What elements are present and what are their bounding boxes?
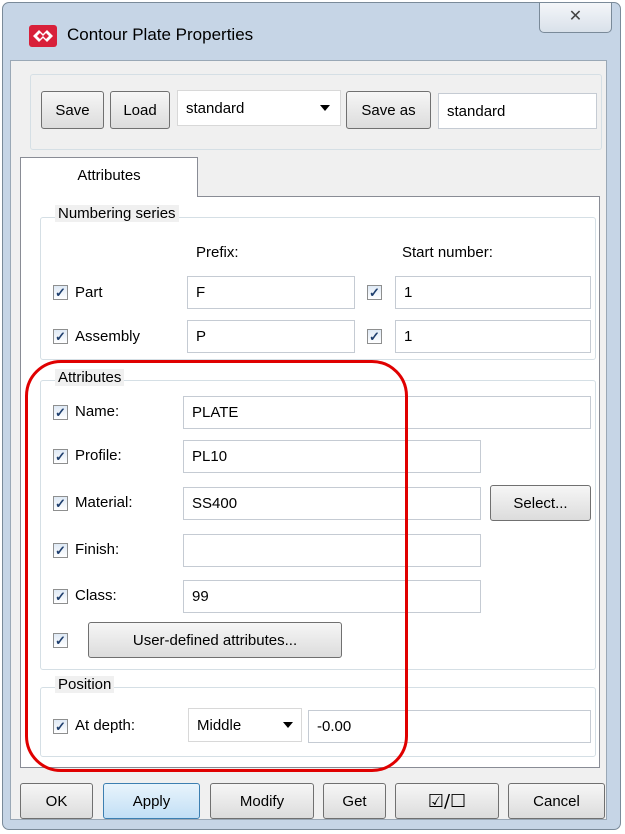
start-number-header: Start number: [402, 244, 493, 261]
material-value: SS400 [192, 495, 238, 512]
class-label: Class: [75, 587, 117, 604]
part-prefix-value: F [196, 284, 206, 301]
assembly-start-checkbox[interactable]: ✓ [367, 329, 382, 344]
profile-checkbox[interactable]: ✓ [53, 449, 68, 464]
material-checkbox[interactable]: ✓ [53, 496, 68, 511]
attributes-legend: Attributes [55, 369, 125, 386]
material-select-button[interactable]: Select... [490, 485, 591, 521]
at-depth-label: At depth: [75, 717, 136, 734]
cancel-button[interactable]: Cancel [508, 783, 605, 819]
uda-checkbox[interactable]: ✓ [53, 633, 68, 648]
load-button[interactable]: Load [110, 91, 170, 129]
profile-label: Profile: [75, 447, 122, 464]
profile-input[interactable]: PL10 [183, 440, 481, 473]
preset-select-value: standard [186, 99, 245, 117]
name-value: PLATE [192, 404, 239, 421]
material-input[interactable]: SS400 [183, 487, 481, 520]
save-button[interactable]: Save [41, 91, 104, 129]
save-as-name-input[interactable]: standard [438, 93, 597, 129]
assembly-prefix-value: P [196, 328, 207, 345]
user-defined-attributes-button[interactable]: User-defined attributes... [88, 622, 342, 658]
assembly-prefix-input[interactable]: P [187, 320, 355, 353]
part-start-number-value: 1 [404, 284, 413, 301]
depth-option-select[interactable]: Middle [188, 708, 302, 742]
position-legend: Position [55, 676, 115, 693]
part-label: Part [75, 284, 103, 301]
get-button[interactable]: Get [323, 783, 386, 819]
ok-button[interactable]: OK [20, 783, 93, 819]
material-label: Material: [75, 494, 133, 511]
depth-offset-value: -0.00 [317, 718, 352, 735]
class-checkbox[interactable]: ✓ [53, 589, 68, 604]
name-checkbox[interactable]: ✓ [53, 405, 68, 420]
assembly-start-number-input[interactable]: 1 [395, 320, 591, 353]
depth-offset-input[interactable]: -0.00 [308, 710, 591, 743]
apply-button[interactable]: Apply [103, 783, 200, 819]
part-start-checkbox[interactable]: ✓ [367, 285, 382, 300]
profile-value: PL10 [192, 448, 228, 465]
finish-label: Finish: [75, 541, 120, 558]
class-input[interactable]: 99 [183, 580, 481, 613]
save-as-button[interactable]: Save as [346, 91, 431, 129]
finish-input[interactable] [183, 534, 481, 567]
preset-select[interactable]: standard [177, 90, 341, 126]
depth-option-value: Middle [197, 716, 242, 734]
close-icon: ✕ [568, 8, 583, 25]
title-bar[interactable]: Contour Plate Properties ✕ [3, 3, 620, 63]
part-prefix-input[interactable]: F [187, 276, 355, 309]
name-input[interactable]: PLATE [183, 396, 591, 429]
part-start-number-input[interactable]: 1 [395, 276, 591, 309]
chevron-down-icon [283, 722, 293, 728]
close-button[interactable]: ✕ [539, 3, 612, 33]
modify-button[interactable]: Modify [210, 783, 314, 819]
name-label: Name: [75, 403, 120, 420]
class-value: 99 [192, 588, 209, 605]
chevron-down-icon [320, 105, 330, 111]
tekla-app-icon [29, 25, 57, 47]
save-as-name-value: standard [447, 102, 506, 120]
tab-attributes[interactable]: Attributes [20, 157, 198, 197]
assembly-label: Assembly [75, 328, 141, 345]
assembly-start-number-value: 1 [404, 328, 413, 345]
prefix-header: Prefix: [196, 244, 239, 261]
numbering-series-legend: Numbering series [55, 205, 179, 222]
tab-attributes-label: Attributes [77, 167, 141, 184]
assembly-checkbox[interactable]: ✓ [53, 329, 68, 344]
part-checkbox[interactable]: ✓ [53, 285, 68, 300]
toggle-all-checkboxes-button[interactable]: ☑/☐ [395, 783, 499, 819]
finish-checkbox[interactable]: ✓ [53, 543, 68, 558]
at-depth-checkbox[interactable]: ✓ [53, 719, 68, 734]
window-title: Contour Plate Properties [67, 25, 254, 44]
